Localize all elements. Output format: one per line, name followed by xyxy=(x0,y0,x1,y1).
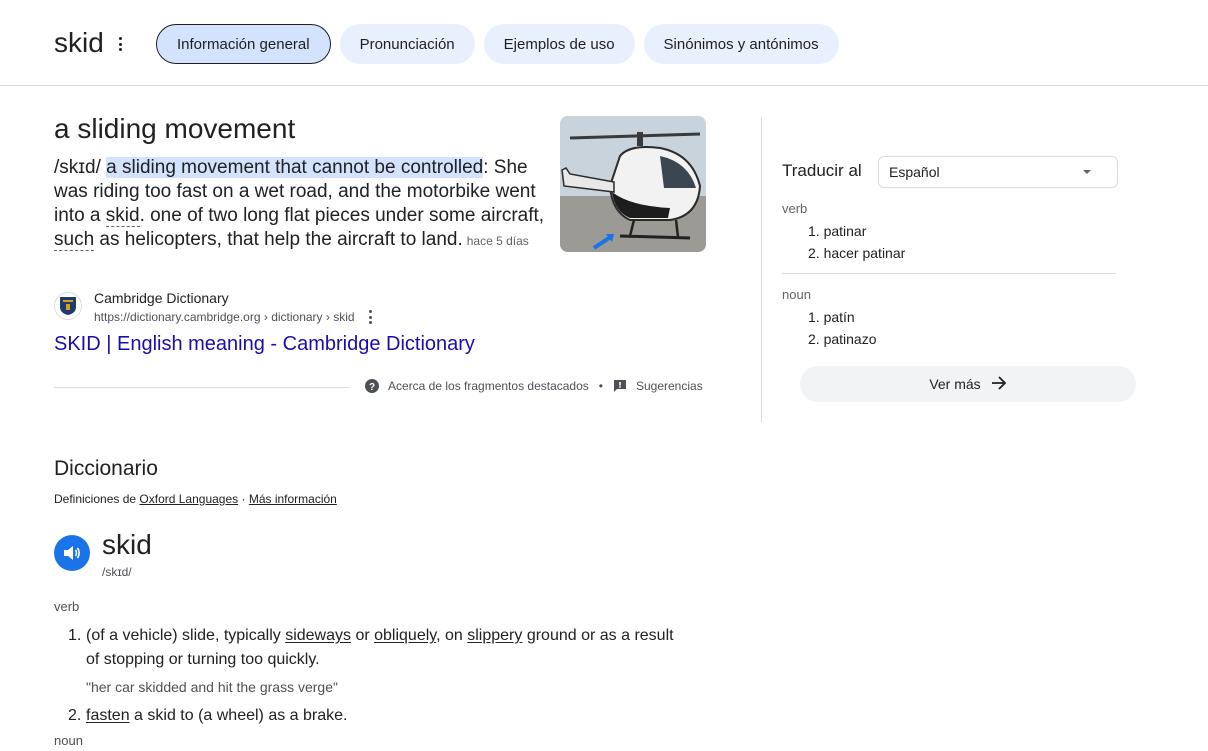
snippet-age: hace 5 días xyxy=(466,234,529,248)
about-snippets-link[interactable]: Acerca de los fragmentos destacados xyxy=(388,379,589,393)
translate-separator xyxy=(782,273,1116,274)
more-info-link[interactable]: Más información xyxy=(249,492,337,506)
dictionary-title: Diccionario xyxy=(54,457,158,480)
dropdown-caret-icon xyxy=(1083,170,1091,174)
panel-divider xyxy=(761,117,762,422)
tab-pronunciacion[interactable]: Pronunciación xyxy=(339,24,475,64)
snippet-phonetic: /skɪd/ xyxy=(54,157,101,178)
snippet-highlight: a sliding movement that cannot be contro… xyxy=(106,157,484,178)
tab-ejemplos-de-uso[interactable]: Ejemplos de uso xyxy=(483,24,635,64)
translate-item: 1. patín xyxy=(808,309,855,325)
translate-noun-list: 1. patín 2. patinazo xyxy=(808,306,877,350)
snippet-colon: : xyxy=(483,157,489,178)
tab-informacion-general[interactable]: Información general xyxy=(156,24,331,64)
divider xyxy=(54,387,350,388)
language-select[interactable]: Español xyxy=(878,156,1118,188)
link-sideways[interactable]: sideways xyxy=(285,627,351,644)
see-more-button[interactable]: Ver más xyxy=(800,366,1136,402)
translate-item: 1. patinar xyxy=(808,223,867,239)
dictionary-pos-noun: noun xyxy=(54,733,83,748)
definition-number: 2. xyxy=(68,707,82,724)
link-fasten[interactable]: fasten xyxy=(86,707,130,724)
glossary-term-skid[interactable]: skid xyxy=(105,205,140,227)
helicopter-image[interactable] xyxy=(560,116,706,252)
oxford-languages-link[interactable]: Oxford Languages xyxy=(139,492,238,506)
snippet-footer: ? Acerca de los fragmentos destacados • … xyxy=(365,379,703,393)
arrow-right-icon xyxy=(991,375,1007,393)
definition-example: "her car skidded and hit the grass verge… xyxy=(86,679,338,695)
dictionary-word: skid xyxy=(102,529,152,560)
snippet-body: /skɪd/ a sliding movement that cannot be… xyxy=(54,156,546,253)
dictionary-pos-verb: verb xyxy=(54,599,80,614)
feedback-link[interactable]: Sugerencias xyxy=(636,379,703,393)
snippet-heading: a sliding movement xyxy=(54,113,296,144)
translate-label: Traducir al xyxy=(782,161,862,180)
defs-from-label: Definiciones de xyxy=(54,492,137,506)
language-select-value: Español xyxy=(889,164,940,180)
query-title: skid xyxy=(54,27,104,58)
definition-number: 1. xyxy=(68,627,82,644)
translate-item: 2. patinazo xyxy=(808,331,877,347)
cambridge-logo-icon xyxy=(54,292,82,320)
snippet-text-c: as helicopters, that help the aircraft t… xyxy=(94,229,463,250)
snippet-text-b: . one of two long flat pieces under some… xyxy=(139,205,545,226)
dictionary-phonetic: /skɪd/ xyxy=(102,565,132,579)
source-url: https://dictionary.cambridge.org › dicti… xyxy=(94,310,355,324)
definition-text: (of a vehicle) slide, typically sideways… xyxy=(86,627,674,668)
middot: · xyxy=(238,492,249,506)
source-name: Cambridge Dictionary xyxy=(94,290,229,306)
translate-verb-list: 1. patinar 2. hacer patinar xyxy=(808,220,905,264)
result-title-link[interactable]: SKID | English meaning - Cambridge Dicti… xyxy=(54,333,475,356)
see-more-label: Ver más xyxy=(929,376,981,392)
footer-separator: • xyxy=(598,379,603,393)
translate-pos-noun: noun xyxy=(782,287,811,302)
link-slippery[interactable]: slippery xyxy=(467,627,522,644)
svg-text:?: ? xyxy=(369,382,375,393)
source-kebab-icon[interactable] xyxy=(367,310,373,324)
translate-item: 2. hacer patinar xyxy=(808,245,906,261)
dictionary-source: Definiciones de Oxford Languages · Más i… xyxy=(54,492,337,506)
kebab-icon[interactable] xyxy=(114,34,126,54)
tab-sinonimos-antonimos[interactable]: Sinónimos y antónimos xyxy=(643,24,839,64)
link-obliquely[interactable]: obliquely xyxy=(374,627,436,644)
search-header: skid Información general Pronunciación E… xyxy=(0,0,1208,86)
definition-text: fasten a skid to (a wheel) as a brake. xyxy=(86,707,348,724)
help-circle-icon: ? xyxy=(365,379,379,393)
translate-pos-verb: verb xyxy=(782,201,808,216)
topic-tabs: Información general Pronunciación Ejempl… xyxy=(156,24,839,64)
speaker-icon[interactable] xyxy=(54,535,90,571)
glossary-term-such[interactable]: such xyxy=(54,229,95,251)
feedback-icon xyxy=(613,379,627,393)
